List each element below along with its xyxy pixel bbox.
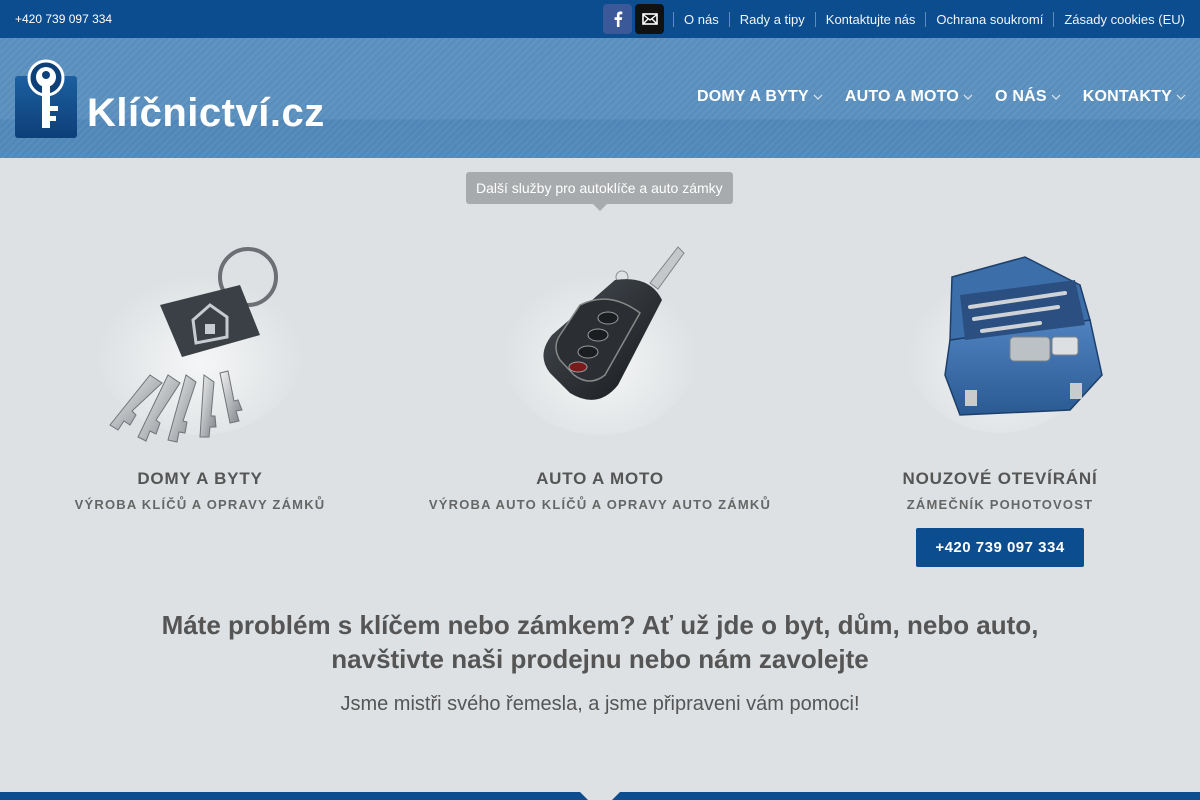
column-subtitle: VÝROBA AUTO KLÍČŮ A OPRAVY AUTO ZÁMKŮ bbox=[428, 497, 772, 512]
column-subtitle: ZÁMEČNÍK POHOTOVOST bbox=[906, 497, 1094, 512]
column-subtitle: VÝROBA KLÍČŮ A OPRAVY ZÁMKŮ bbox=[74, 497, 326, 512]
nav-label: KONTAKTY bbox=[1082, 88, 1172, 105]
site-logo[interactable]: Klíčnictví.cz bbox=[15, 58, 325, 138]
call-button[interactable]: +420 739 097 334 bbox=[916, 528, 1084, 567]
car-key-image[interactable] bbox=[490, 225, 710, 445]
site-header: Klíčnictví.cz DOMY A BYTY AUTO A MOTO O … bbox=[0, 38, 1200, 158]
headline-line-2: navštivte naši prodejnu nebo nám zavolej… bbox=[331, 644, 869, 674]
nav-auto-a-moto[interactable]: AUTO A MOTO bbox=[845, 88, 973, 106]
top-link-zasady-cookies[interactable]: Zásady cookies (EU) bbox=[1054, 12, 1185, 27]
key-logo-icon bbox=[15, 58, 77, 138]
tagline: Jsme mistři svého řemesla, a jsme připra… bbox=[340, 693, 860, 715]
bottom-banner-edge bbox=[0, 792, 1200, 800]
top-phone[interactable]: +420 739 097 334 bbox=[15, 12, 112, 26]
nav-label: DOMY A BYTY bbox=[696, 88, 809, 105]
mail-icon[interactable] bbox=[635, 4, 665, 34]
service-column-nouzove[interactable]: NOUZOVÉ OTEVÍRÁNÍ ZÁMEČNÍK POHOTOVOST +4… bbox=[800, 225, 1200, 567]
chevron-down-icon bbox=[813, 94, 823, 100]
tooltip: Další služby pro autoklíče a auto zámky bbox=[466, 172, 733, 211]
top-link-kontaktujte-nas[interactable]: Kontaktujte nás bbox=[816, 12, 926, 27]
top-link-ochrana-soukromi[interactable]: Ochrana soukromí bbox=[926, 12, 1053, 27]
top-link-rady-a-tipy[interactable]: Rady a tipy bbox=[730, 12, 815, 27]
top-right: O nás Rady a tipy Kontaktujte nás Ochran… bbox=[603, 4, 1185, 34]
top-links: O nás Rady a tipy Kontaktujte nás Ochran… bbox=[673, 11, 1185, 27]
column-title: NOUZOVÉ OTEVÍRÁNÍ bbox=[902, 469, 1098, 488]
top-bar: +420 739 097 334 O nás Rady a tipy Konta… bbox=[0, 0, 1200, 38]
headline: Máte problém s klíčem nebo zámkem? Ať už… bbox=[0, 608, 1200, 676]
toolbox-image[interactable] bbox=[890, 225, 1110, 445]
nav-o-nas[interactable]: O NÁS bbox=[995, 88, 1061, 106]
chevron-down-icon bbox=[1176, 94, 1186, 100]
column-title: AUTO A MOTO bbox=[536, 469, 664, 488]
nav-label: O NÁS bbox=[995, 88, 1047, 105]
top-link-o-nas[interactable]: O nás bbox=[674, 12, 729, 27]
house-keys-image[interactable] bbox=[90, 225, 310, 445]
service-column-domy[interactable]: DOMY A BYTY VÝROBA KLÍČŮ A OPRAVY ZÁMKŮ bbox=[0, 225, 400, 512]
nav-label: AUTO A MOTO bbox=[844, 88, 960, 105]
service-column-auto[interactable]: AUTO A MOTO VÝROBA AUTO KLÍČŮ A OPRAVY A… bbox=[400, 225, 800, 512]
facebook-icon[interactable] bbox=[603, 4, 633, 34]
headline-line-1: Máte problém s klíčem nebo zámkem? Ať už… bbox=[161, 610, 1039, 640]
column-title: DOMY A BYTY bbox=[137, 469, 263, 488]
nav-domy-a-byty[interactable]: DOMY A BYTY bbox=[697, 88, 823, 106]
main-nav: DOMY A BYTY AUTO A MOTO O NÁS KONTAKTY bbox=[675, 88, 1186, 106]
chevron-down-icon bbox=[963, 94, 973, 100]
chevron-down-icon bbox=[1051, 94, 1061, 100]
logo-text: Klíčnictví.cz bbox=[87, 91, 325, 135]
nav-kontakty[interactable]: KONTAKTY bbox=[1083, 88, 1186, 106]
